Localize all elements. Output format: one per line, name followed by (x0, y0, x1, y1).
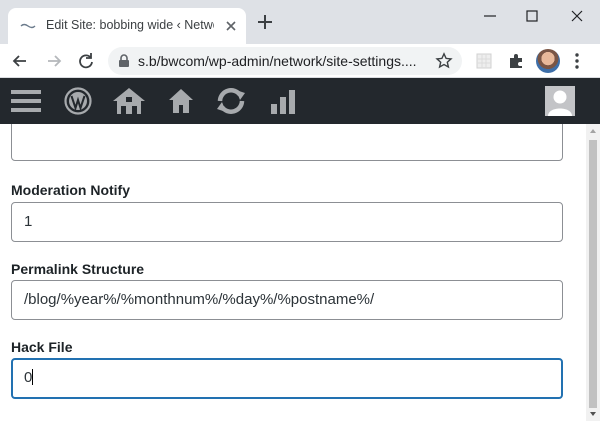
close-window-icon[interactable] (566, 5, 588, 27)
previous-setting-input[interactable] (11, 124, 563, 161)
close-tab-icon[interactable] (222, 17, 240, 35)
stats-icon[interactable] (270, 87, 296, 115)
permalink-structure-value: /blog/%year%/%monthnum%/%day%/%postname%… (24, 291, 375, 308)
extensions-puzzle-icon[interactable] (506, 51, 526, 71)
url-text[interactable]: s.b/bwcom/wp-admin/network/site-settings… (138, 53, 428, 69)
maximize-icon[interactable] (521, 5, 543, 27)
hack-file-label: Hack File (11, 339, 73, 355)
page-scrollbar[interactable] (586, 124, 600, 421)
profile-avatar[interactable] (536, 49, 560, 73)
moderation-notify-label: Moderation Notify (11, 182, 130, 198)
scrollbar-thumb[interactable] (589, 140, 597, 408)
lock-icon[interactable] (118, 54, 130, 68)
user-avatar-icon[interactable] (545, 86, 575, 116)
my-sites-icon[interactable] (112, 87, 146, 115)
user-silhouette-icon (545, 86, 575, 116)
address-bar[interactable]: s.b/bwcom/wp-admin/network/site-settings… (108, 47, 462, 75)
browser-toolbar: s.b/bwcom/wp-admin/network/site-settings… (0, 44, 600, 78)
hack-file-value: 0 (24, 369, 33, 386)
moderation-notify-value: 1 (24, 213, 33, 230)
home-icon[interactable] (168, 87, 194, 115)
hack-file-input[interactable]: 0 (11, 358, 563, 399)
wp-admin-bar (0, 78, 600, 124)
browser-tab-strip: Edit Site: bobbing wide ‹ Network (0, 0, 600, 44)
minimize-icon[interactable] (479, 5, 501, 27)
menu-icon[interactable] (11, 87, 41, 115)
scroll-up-icon[interactable] (589, 127, 597, 135)
forward-icon[interactable] (44, 51, 64, 71)
reload-icon[interactable] (76, 51, 96, 71)
site-settings-form: Moderation Notify 1 Permalink Structure … (0, 124, 586, 421)
scroll-down-icon[interactable] (589, 410, 597, 418)
site-favicon-icon (20, 23, 36, 29)
browser-menu-icon[interactable] (570, 51, 584, 71)
new-tab-icon[interactable] (256, 13, 274, 31)
updates-icon[interactable] (214, 87, 248, 115)
permalink-structure-label: Permalink Structure (11, 261, 145, 277)
permalink-structure-input[interactable]: /blog/%year%/%monthnum%/%day%/%postname%… (11, 280, 563, 320)
browser-tab[interactable]: Edit Site: bobbing wide ‹ Network (8, 8, 246, 44)
tab-title: Edit Site: bobbing wide ‹ Network (46, 18, 214, 32)
moderation-notify-input[interactable]: 1 (11, 202, 563, 242)
extension-grid-icon[interactable] (474, 51, 494, 71)
back-icon[interactable] (10, 51, 30, 71)
bookmark-star-icon[interactable] (435, 52, 453, 70)
text-caret (32, 369, 34, 385)
wordpress-logo-icon[interactable] (64, 87, 92, 115)
